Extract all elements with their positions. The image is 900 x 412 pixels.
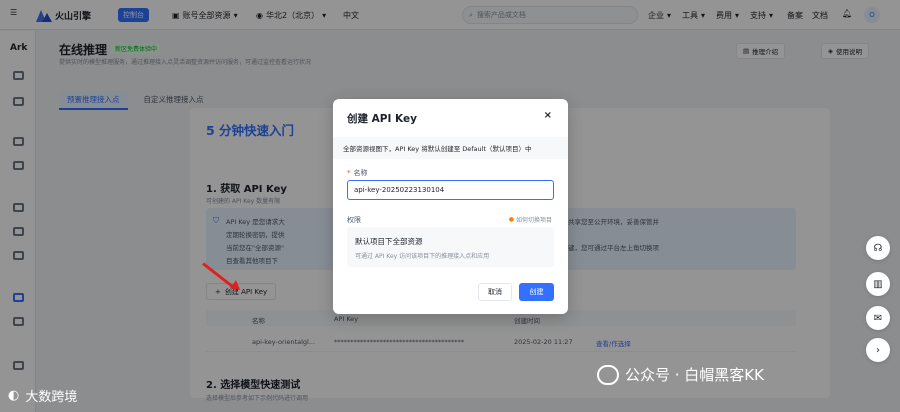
wechat-icon [597, 364, 619, 385]
watermark-logo-icon: ◐ [8, 388, 20, 403]
permission-description: 可通过 API Key 访问该项目下的推理接入点和应用 [355, 253, 490, 260]
book-icon[interactable]: ▥ [866, 272, 890, 296]
api-key-name-input[interactable] [347, 180, 554, 200]
name-field-label: * 名称 [347, 168, 368, 178]
permission-title: 默认项目下全部资源 [355, 237, 423, 246]
location-pin-icon: ● [508, 216, 514, 223]
label-text: 名称 [353, 169, 368, 177]
create-button[interactable]: 创建 [519, 283, 554, 301]
required-mark: * [347, 169, 351, 177]
dialog-notice: 全部资源视图下，API Key 将默认创建至 Default（默认项目）中 [333, 137, 568, 159]
switch-project-link[interactable]: ● 如何切换项目 [509, 215, 552, 224]
create-api-key-dialog: 创建 API Key × 全部资源视图下，API Key 将默认创建至 Defa… [333, 99, 568, 314]
permission-label: 权限 [347, 216, 361, 224]
dialog-title: 创建 API Key [347, 113, 417, 125]
watermark-left: ◐ 大数跨境 [8, 386, 77, 405]
cancel-button[interactable]: 取消 [478, 283, 512, 301]
watermark-text: 公众号 · 白帽黑客KK [625, 366, 764, 384]
link-text: 如何切换项目 [515, 217, 552, 224]
chevron-right-icon[interactable]: › [866, 338, 890, 362]
customer-service-icon[interactable]: ☊ [866, 236, 890, 260]
permission-box: 默认项目下全部资源 可通过 API Key 访问该项目下的推理接入点和应用 [347, 227, 554, 267]
watermark-text: 大数跨境 [25, 390, 78, 405]
watermark-right: 公众号 · 白帽黑客KK [597, 364, 764, 385]
feedback-icon[interactable]: ✉ [866, 306, 890, 330]
close-icon[interactable]: × [544, 110, 552, 121]
